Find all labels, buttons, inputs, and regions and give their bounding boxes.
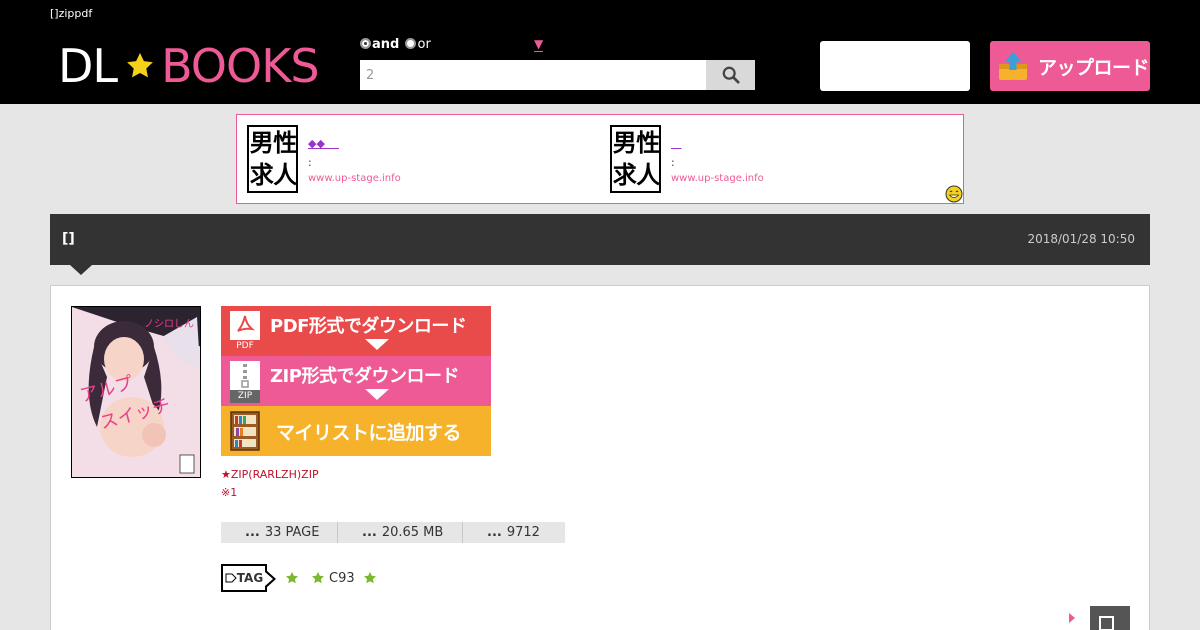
down-arrow-icon xyxy=(365,339,389,350)
post-title: [] xyxy=(62,231,75,247)
svg-text:ノシロしん: ノシロしん xyxy=(144,318,194,330)
view-count: ... 9712 xyxy=(463,522,565,543)
file-size: ... 20.65 MB xyxy=(338,522,463,543)
download-pdf-button[interactable]: PDF PDF形式でダウンロード xyxy=(221,306,491,356)
download-pdf-label: PDF形式でダウンロード xyxy=(270,316,467,337)
post-content: アルプ スイッチ ノシロしん PDF PDF形式でダウンロード ZIP ZIP形… xyxy=(50,285,1150,630)
login-box[interactable] xyxy=(820,41,970,91)
download-note: ★ZIP(RARLZH)ZIP xyxy=(221,468,319,481)
radio-and[interactable] xyxy=(360,38,371,49)
zip-file-tag: ZIP xyxy=(230,390,260,403)
stat-dots: ... xyxy=(487,525,502,540)
zip-file-icon: ZIP xyxy=(230,361,260,403)
ad-banner: 男 性 求 人 ◆◆ : www.up-stage.info 男 性 求 人 :… xyxy=(236,114,964,204)
file-size-value: 20.65 MB xyxy=(381,525,444,540)
page-count-value: 33 PAGE xyxy=(264,525,320,540)
logo-dl-text: DL xyxy=(58,39,118,93)
stat-dots: ... xyxy=(362,525,377,540)
post-date: 2018/01/28 10:50 xyxy=(1027,232,1135,246)
ad-logo: 男 性 求 人 xyxy=(610,125,661,193)
ad-url[interactable]: www.up-stage.info xyxy=(308,173,401,184)
bookshelf-icon xyxy=(230,411,260,451)
ad-title-link[interactable]: ◆◆ xyxy=(308,137,339,150)
upload-label: アップロード xyxy=(1038,56,1150,79)
ad-logo-char: 人 xyxy=(273,161,296,189)
ad-logo-char: 求 xyxy=(612,161,637,189)
ad-logo-char: 人 xyxy=(636,161,659,189)
tag-label-badge: TAG xyxy=(221,564,276,592)
site-tagline: []zippdf xyxy=(50,7,93,20)
down-arrow-icon xyxy=(365,389,389,400)
tag-text: C93 xyxy=(329,570,355,586)
tag-list: TAG C93 xyxy=(221,564,389,592)
search-options: and or ▼ xyxy=(360,37,755,55)
download-zip-button[interactable]: ZIP ZIP形式でダウンロード xyxy=(221,356,491,406)
search-category-dropdown[interactable]: ▼ xyxy=(534,37,544,52)
search-input[interactable] xyxy=(360,60,706,90)
tag-item[interactable] xyxy=(285,571,303,585)
upload-icon xyxy=(999,52,1027,80)
next-arrow-icon[interactable] xyxy=(1069,613,1075,623)
ad-url[interactable]: www.up-stage.info xyxy=(671,173,764,184)
stat-dots: ... xyxy=(245,525,260,540)
post-title-bar: [] 2018/01/28 10:50 xyxy=(50,214,1150,275)
radio-or[interactable] xyxy=(405,38,417,49)
radio-or-label: or xyxy=(417,37,431,52)
tag-label-text: TAG xyxy=(236,571,264,585)
ad-title: ◆◆ xyxy=(308,137,325,150)
ad-description: : xyxy=(671,156,675,169)
download-note-2: ※1 xyxy=(221,486,238,499)
search-button[interactable] xyxy=(706,60,755,90)
ad-logo-char: 男 xyxy=(249,129,274,157)
upload-button[interactable]: アップロード xyxy=(990,41,1150,91)
smiley-icon[interactable] xyxy=(945,185,963,203)
ad-description: : xyxy=(308,156,312,169)
pdf-file-tag: PDF xyxy=(230,340,260,353)
star-icon xyxy=(285,571,299,584)
book-cover-image[interactable]: アルプ スイッチ ノシロしん xyxy=(71,306,201,478)
view-count-value: 9712 xyxy=(506,525,540,540)
ad-item[interactable]: 男 性 求 人 : www.up-stage.info xyxy=(610,125,950,195)
ad-logo-char: 性 xyxy=(273,129,296,157)
square-icon xyxy=(1099,616,1114,630)
search-icon xyxy=(722,66,740,84)
cover-illustration: アルプ スイッチ ノシロしん xyxy=(72,307,200,477)
add-to-mylist-label: マイリストに追加する xyxy=(276,421,462,444)
ad-logo: 男 性 求 人 xyxy=(247,125,298,193)
site-logo[interactable]: DL BOOKS xyxy=(58,38,320,94)
logo-books-text: BOOKS xyxy=(161,39,320,93)
file-stats: ... 33 PAGE ... 20.65 MB ... 9712 xyxy=(221,522,565,543)
tag-item[interactable] xyxy=(363,571,381,585)
ad-logo-char: 男 xyxy=(612,129,637,157)
star-icon xyxy=(127,52,153,78)
tag-icon xyxy=(225,573,237,583)
star-icon xyxy=(363,571,376,584)
star-icon xyxy=(311,571,325,584)
pdf-file-icon: PDF xyxy=(230,311,260,353)
ad-logo-char: 求 xyxy=(249,161,274,189)
share-button[interactable] xyxy=(1090,606,1130,630)
site-header: []zippdf DL BOOKS and or ▼ アップロード xyxy=(0,0,1200,104)
ad-item[interactable]: 男 性 求 人 ◆◆ : www.up-stage.info xyxy=(247,125,587,195)
page-count: ... 33 PAGE xyxy=(221,522,338,543)
download-zip-label: ZIP形式でダウンロード xyxy=(270,366,459,387)
radio-and-label: and xyxy=(372,37,400,52)
ad-title-link[interactable] xyxy=(671,137,682,150)
ad-logo-char: 性 xyxy=(636,129,659,157)
tag-item[interactable]: C93 xyxy=(311,571,355,586)
title-notch xyxy=(70,265,92,275)
add-to-mylist-button[interactable]: マイリストに追加する xyxy=(221,406,491,456)
